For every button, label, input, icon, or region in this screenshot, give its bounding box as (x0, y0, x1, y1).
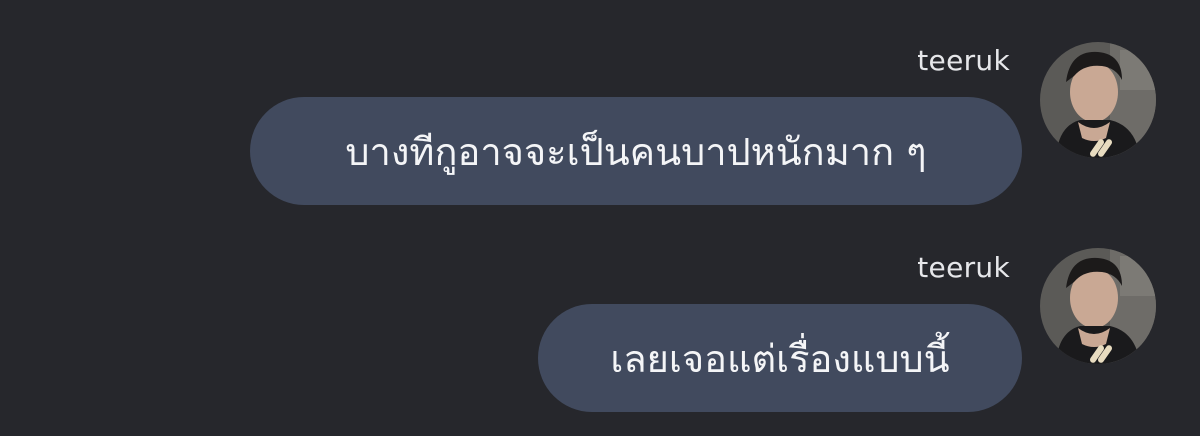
user-avatar-photo-icon (1040, 42, 1156, 158)
sender-name: teeruk (917, 251, 1010, 284)
message-text: เลยเจอแต่เรื่องแบบนี้ (610, 336, 950, 381)
sender-name: teeruk (917, 44, 1010, 77)
avatar[interactable] (1040, 248, 1156, 364)
message-bubble[interactable]: เลยเจอแต่เรื่องแบบนี้ (538, 304, 1022, 412)
avatar[interactable] (1040, 42, 1156, 158)
message-text: บางทีกูอาจจะเป็นคนบาปหนักมาก ๆ (345, 129, 927, 174)
message-bubble[interactable]: บางทีกูอาจจะเป็นคนบาปหนักมาก ๆ (250, 97, 1022, 205)
user-avatar-photo-icon (1040, 248, 1156, 364)
